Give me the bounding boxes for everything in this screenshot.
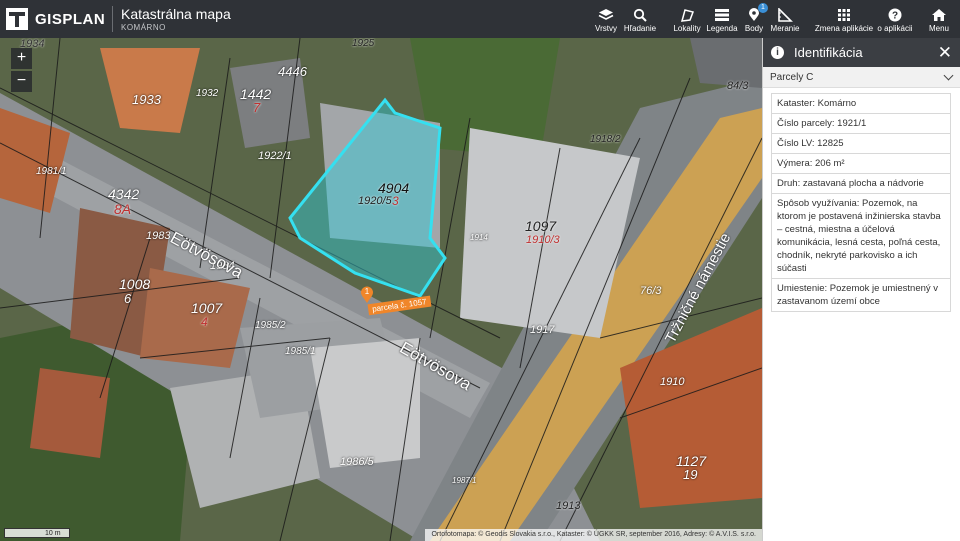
section-parcels-c[interactable]: Parcely C [763,67,960,88]
parcel-number-label: 1985/1 [285,346,316,357]
parcel-number-label: 19 [683,467,698,482]
app-grid-icon [836,8,852,22]
parcel-number-label: 1925 [352,38,375,49]
svg-text:?: ? [892,11,898,22]
tool-points-label: Body [744,24,764,33]
location-flag-icon [679,8,695,22]
parcel-number-label: 8A [114,201,132,217]
brand-separator [112,6,113,32]
chevron-down-icon [943,70,954,80]
panel-title: Identifikácia [794,45,863,60]
parcel-number-label: 1920/5 [358,195,392,207]
legend-list-icon [714,8,730,22]
map-canvas[interactable]: 1934 1933 1925 1442 7 4446 1932 1981/1 4342 8A 192… [0,38,762,541]
brand-logo[interactable]: GISPLAN [6,6,105,32]
parcel-number-label: 84/3 [727,80,749,92]
parcel-marker-icon[interactable]: 1 [360,286,374,304]
zoom-in-button[interactable]: + [11,48,32,69]
zoom-controls: + − [11,48,32,92]
top-bar: GISPLAN Katastrálna mapa KOMÁRNO Vrstvy … [0,0,960,38]
parcel-number-label: 1933 [132,92,161,107]
parcel-number-label: 1910 [660,376,685,388]
parcel-number-label: 3 [392,194,399,208]
tool-search-button[interactable]: Hľadanie [622,0,658,38]
tool-search-label: Hľadanie [623,24,657,33]
parcel-number-label: 1987/1 [452,476,477,485]
ruler-icon [777,7,793,22]
attribute-table: Kataster: Komárno Číslo parcely: 1921/1 … [771,93,951,312]
parcel-number-label: 1007 [191,300,223,316]
info-icon: i [771,46,784,59]
tool-legend-label: Legenda [706,24,738,33]
tool-about-label: o aplikácii [877,24,913,33]
attr-parcel-number: Číslo parcely: 1921/1 [771,114,951,134]
points-count-badge: 1 [758,3,768,13]
parcel-number-label: 1008 [119,276,151,292]
app-window: GISPLAN Katastrálna mapa KOMÁRNO Vrstvy … [0,0,960,541]
tool-legend-button[interactable]: Legenda [706,0,738,38]
parcel-number-label: 1983 [146,230,171,242]
zoom-out-button[interactable]: − [11,71,32,92]
app-subtitle: KOMÁRNO [121,23,166,32]
parcel-number-label: 1922/1 [258,150,292,162]
identification-panel: i Identifikácia ✕ Parcely C Kataster: Ko… [762,38,960,541]
search-icon [632,8,648,22]
tool-switch-app-button[interactable]: Zmena aplikácie [814,0,874,38]
parcel-number-label: 1918/2 [590,134,621,145]
tool-menu-label: Menu [928,24,949,33]
parcel-number-label: 1986/5 [340,456,374,468]
map-attribution: Ortofotomapa: © Geodis Slovakia s.r.o., … [425,529,762,541]
parcel-number-label: 7 [253,100,261,115]
marker-number: 1 [364,287,370,296]
close-icon[interactable]: ✕ [938,44,952,61]
gisplan-logo-icon [6,8,28,30]
scale-bar: 10 m [4,528,70,538]
tool-locations-button[interactable]: Lokality [672,0,702,38]
tool-layers-label: Vrstvy [595,24,617,33]
attr-usage: Spôsob využívania: Pozemok, na ktorom je… [771,194,951,279]
tool-measure-button[interactable]: Meranie [769,0,801,38]
attr-location: Umiestenie: Pozemok je umiestnený v zast… [771,279,951,312]
parcel-number-label: 1097 [525,218,557,234]
parcel-number-label: 76/3 [640,285,662,297]
parcel-number-label: 4446 [278,64,307,79]
tool-locations-label: Lokality [673,24,701,33]
parcel-number-label: 1914 [470,233,488,242]
parcel-number-label: 1932 [196,88,219,99]
app-title: Katastrálna mapa [121,6,231,22]
tool-points-button[interactable]: 1 Body [742,0,768,38]
parcel-number-label: 6 [124,291,132,306]
parcel-number-label: 1917 [530,324,555,336]
panel-header: i Identifikácia ✕ [763,38,960,67]
tool-about-button[interactable]: ? o aplikácii [876,0,914,38]
parcel-number-label: 1985/2 [255,320,286,331]
tool-layers-button[interactable]: Vrstvy [592,0,620,38]
attr-land-type: Druh: zastavaná plocha a nádvorie [771,174,951,194]
attr-cadastre: Kataster: Komárno [771,93,951,114]
help-icon: ? [887,8,903,22]
section-title: Parcely C [770,71,814,83]
tool-menu-button[interactable]: Menu [924,0,954,38]
brand-name: GISPLAN [35,10,106,28]
map-pin-icon: 1 [746,3,768,22]
parcel-number-label: 1910/3 [526,234,560,246]
attr-lv-number: Číslo LV: 12825 [771,134,951,154]
parcel-number-label: 1913 [556,500,581,512]
parcel-number-label: 4342 [108,186,140,202]
attr-area: Výmera: 206 m² [771,154,951,174]
tool-measure-label: Meranie [770,24,800,33]
home-icon [931,8,947,22]
layers-icon [598,8,614,22]
tool-switch-app-label: Zmena aplikácie [814,24,874,33]
parcel-number-label: 1981/1 [36,166,67,177]
parcel-number-label: 4 [201,315,208,329]
